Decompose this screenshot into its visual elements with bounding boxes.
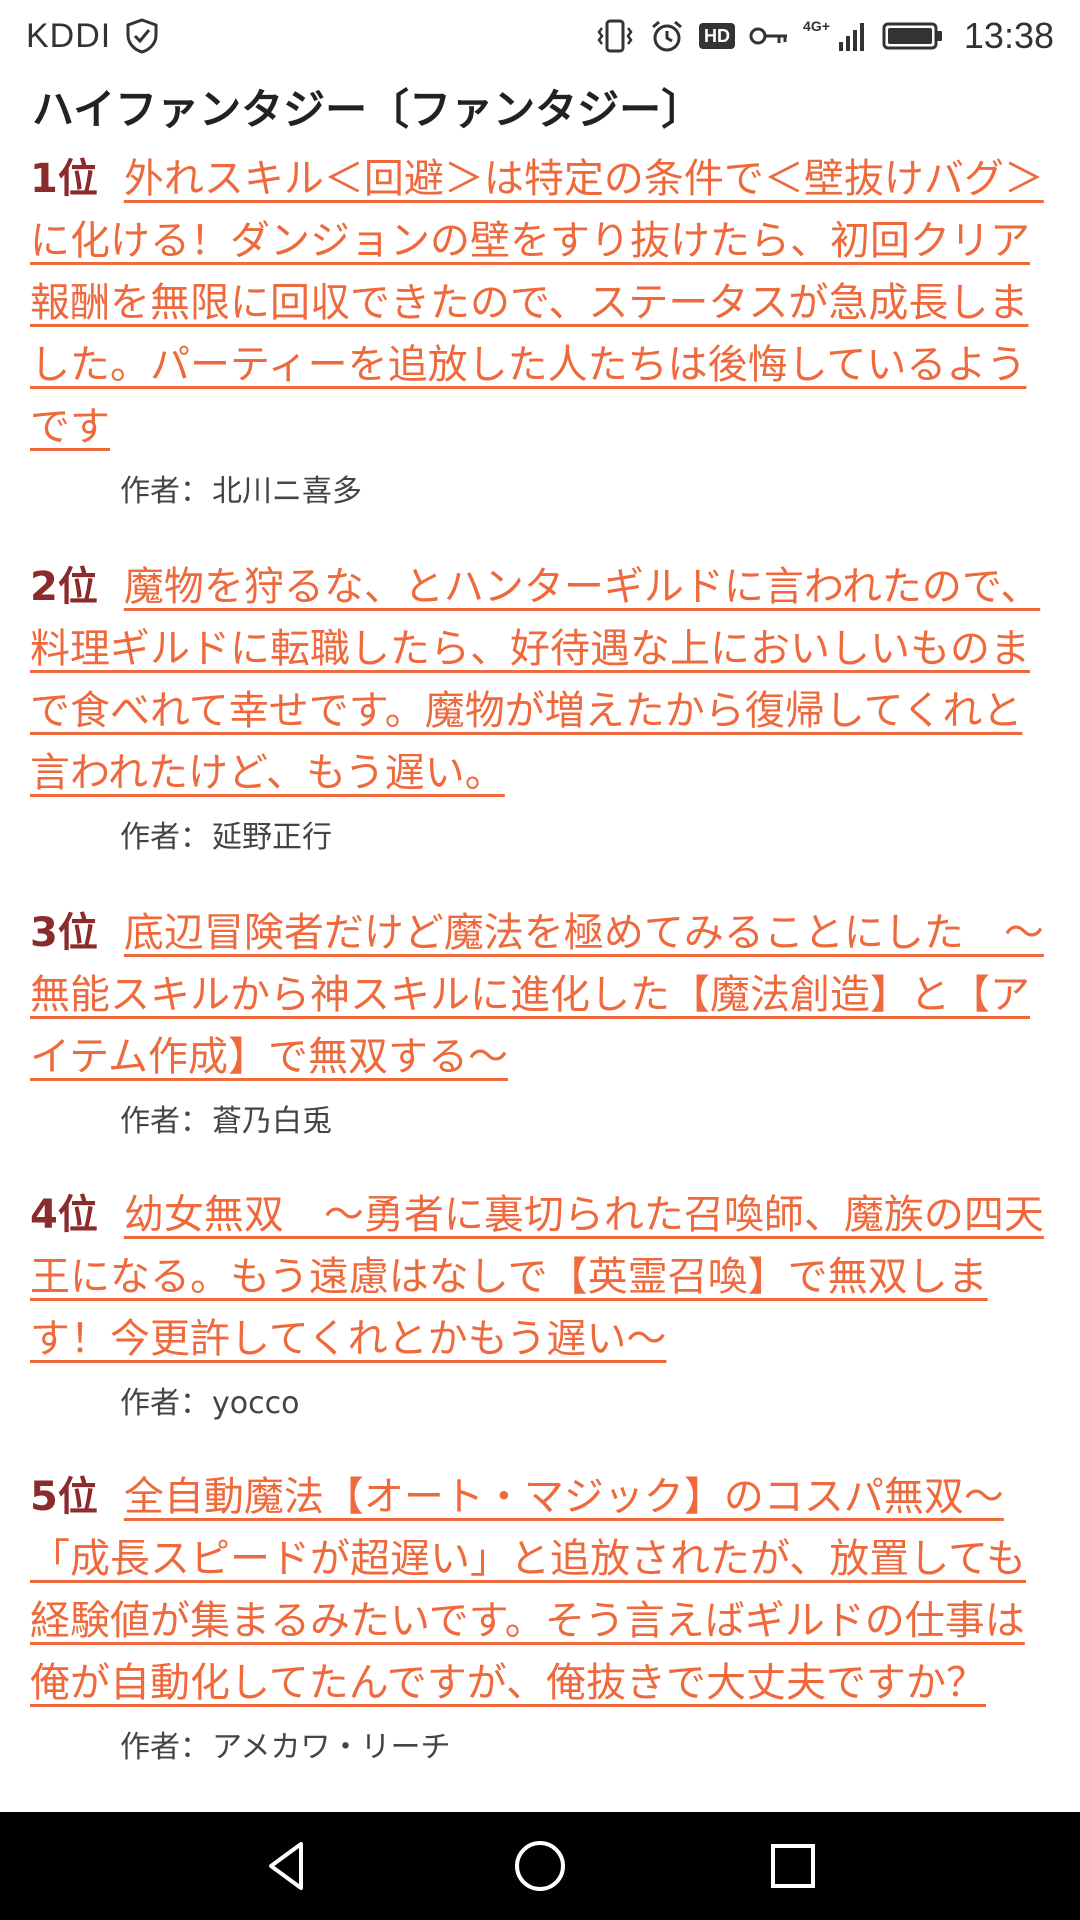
rank-number: 4位 bbox=[30, 1192, 98, 1238]
rank-line: 4位 幼女無双 ～勇者に裏切られた召喚師、魔族の四天王になる。もう遠慮はなしで【英… bbox=[30, 1184, 1050, 1370]
screen: KDDI HD 4G+ 13:38 ハイファンタジー〔ファンタジー〕 1位 外れ… bbox=[0, 0, 1080, 1920]
author-name: アメカワ・リーチ bbox=[212, 1730, 451, 1765]
author-line: 作者：延野正行 bbox=[30, 818, 1050, 858]
rank-number: 1位 bbox=[30, 156, 98, 202]
novel-title-link[interactable]: 外れスキル＜回避＞は特定の条件で＜壁抜けバグ＞に化ける！ダンジョンの壁をすり抜け… bbox=[30, 156, 1044, 450]
ranking-item-5: 5位 全自動魔法【オート・マジック】のコスパ無双～「成長スピードが超遅い」と追放さ… bbox=[30, 1466, 1050, 1768]
status-right: HD 4G+ 13:38 bbox=[595, 15, 1054, 57]
author-label: 作者： bbox=[120, 474, 210, 509]
ranking-item-3: 3位 底辺冒険者だけど魔法を極めてみることにした ～無能スキルから神スキルに進化し… bbox=[30, 902, 1050, 1142]
novel-title-link[interactable]: 幼女無双 ～勇者に裏切られた召喚師、魔族の四天王になる。もう遠慮はなしで【英霊召… bbox=[30, 1192, 1044, 1362]
signal-icon bbox=[838, 20, 868, 52]
battery-icon bbox=[882, 21, 944, 51]
network-type: 4G+ bbox=[803, 18, 830, 34]
status-bar: KDDI HD 4G+ 13:38 bbox=[0, 0, 1080, 72]
author-name: 蒼乃白兎 bbox=[212, 1104, 332, 1139]
recents-button[interactable] bbox=[753, 1826, 833, 1906]
author-label: 作者： bbox=[120, 1730, 210, 1765]
home-button[interactable] bbox=[500, 1826, 580, 1906]
ranking-item-2: 2位 魔物を狩るな、とハンターギルドに言われたので、料理ギルドに転職したら、好待遇… bbox=[30, 556, 1050, 858]
author-label: 作者： bbox=[120, 1104, 210, 1139]
author-line: 作者：蒼乃白兎 bbox=[30, 1102, 1050, 1142]
back-icon bbox=[268, 1842, 303, 1890]
author-name: yocco bbox=[212, 1386, 300, 1421]
rank-number: 2位 bbox=[30, 564, 98, 610]
shield-check-icon bbox=[125, 18, 159, 54]
category-title: ハイファンタジー〔ファンタジー〕 bbox=[32, 85, 704, 134]
rank-line: 1位 外れスキル＜回避＞は特定の条件で＜壁抜けバグ＞に化ける！ダンジョンの壁をすり… bbox=[30, 148, 1050, 458]
status-left: KDDI bbox=[26, 17, 159, 56]
rank-line: 3位 底辺冒険者だけど魔法を極めてみることにした ～無能スキルから神スキルに進化し… bbox=[30, 902, 1050, 1088]
author-name: 延野正行 bbox=[212, 820, 332, 855]
rank-number: 5位 bbox=[30, 1474, 98, 1520]
carrier-name: KDDI bbox=[26, 16, 112, 55]
alarm-icon bbox=[649, 18, 685, 54]
back-button[interactable] bbox=[247, 1826, 327, 1906]
rank-number: 3位 bbox=[30, 910, 98, 956]
author-name: 北川ニ喜多 bbox=[212, 474, 362, 509]
navigation-bar bbox=[0, 1812, 1080, 1920]
novel-title-link[interactable]: 底辺冒険者だけど魔法を極めてみることにした ～無能スキルから神スキルに進化した【… bbox=[30, 910, 1044, 1080]
rank-line: 5位 全自動魔法【オート・マジック】のコスパ無双～「成長スピードが超遅い」と追放さ… bbox=[30, 1466, 1050, 1714]
author-label: 作者： bbox=[120, 1386, 210, 1421]
author-line: 作者：アメカワ・リーチ bbox=[30, 1728, 1050, 1768]
ranking-content: ハイファンタジー〔ファンタジー〕 1位 外れスキル＜回避＞は特定の条件で＜壁抜けバ… bbox=[0, 72, 1080, 1812]
home-icon bbox=[514, 1841, 565, 1891]
author-line: 作者：北川ニ喜多 bbox=[30, 472, 1050, 512]
ranking-item-4: 4位 幼女無双 ～勇者に裏切られた召喚師、魔族の四天王になる。もう遠慮はなしで【英… bbox=[30, 1184, 1050, 1424]
clock: 13:38 bbox=[963, 15, 1054, 56]
vpn-key-icon bbox=[749, 24, 789, 48]
ranking-item-1: 1位 外れスキル＜回避＞は特定の条件で＜壁抜けバグ＞に化ける！ダンジョンの壁をすり… bbox=[30, 148, 1050, 512]
hd-icon: HD bbox=[699, 23, 736, 49]
novel-title-link[interactable]: 全自動魔法【オート・マジック】のコスパ無双～「成長スピードが超遅い」と追放された… bbox=[30, 1474, 1026, 1706]
vibrate-icon bbox=[595, 18, 635, 54]
author-line: 作者：yocco bbox=[30, 1384, 1050, 1424]
rank-line: 2位 魔物を狩るな、とハンターギルドに言われたので、料理ギルドに転職したら、好待遇… bbox=[30, 556, 1050, 804]
recents-icon bbox=[771, 1844, 816, 1888]
novel-title-link[interactable]: 魔物を狩るな、とハンターギルドに言われたので、料理ギルドに転職したら、好待遇な上… bbox=[30, 564, 1040, 796]
author-label: 作者： bbox=[120, 820, 210, 855]
